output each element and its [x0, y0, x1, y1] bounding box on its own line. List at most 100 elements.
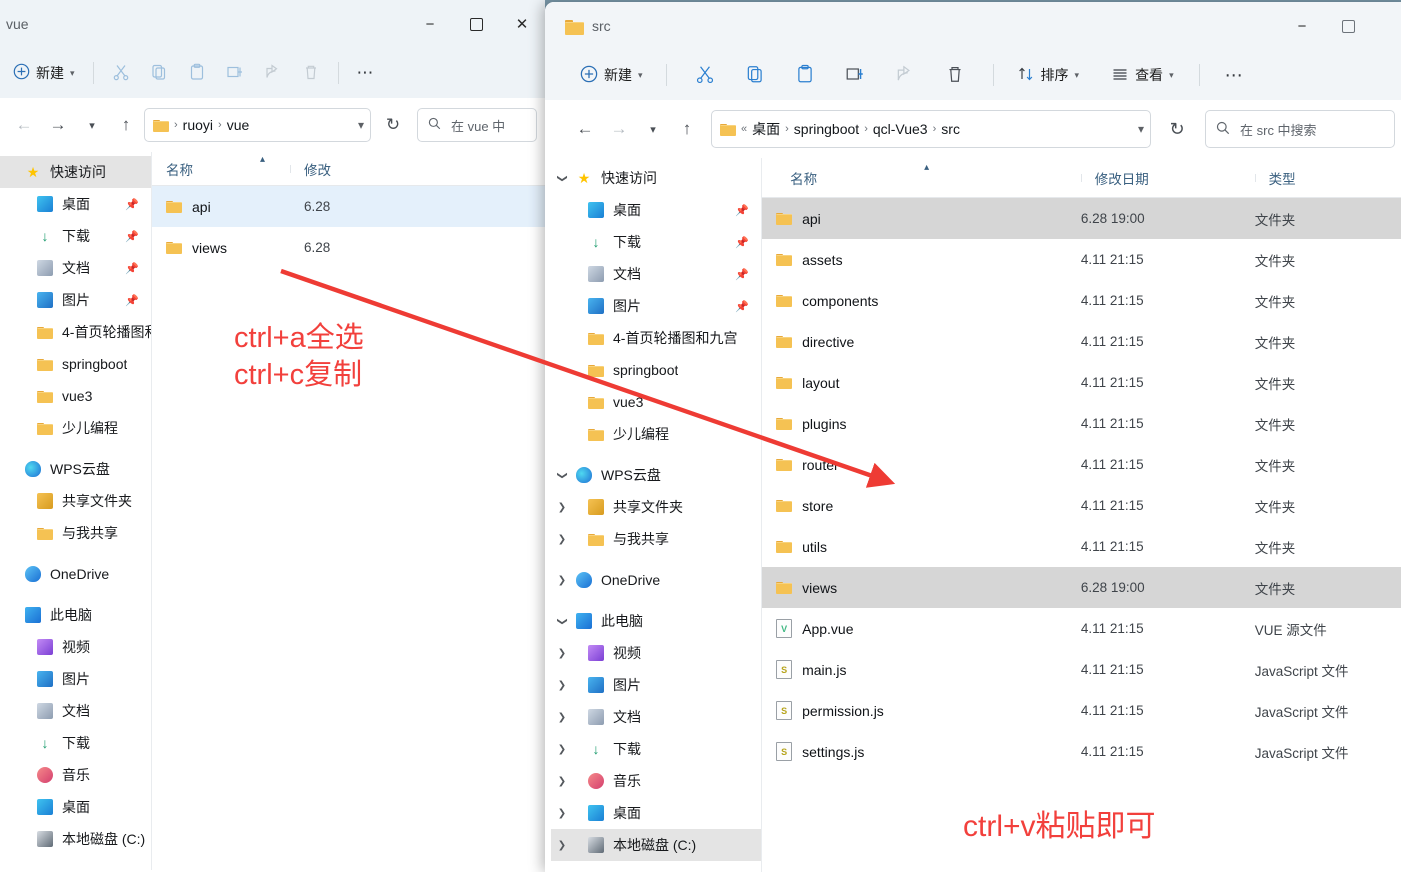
- foreground-explorer-window[interactable]: src − 新建 ▾: [545, 2, 1401, 872]
- nav-item-5[interactable]: 4-首页轮播图和九宫: [0, 316, 151, 348]
- table-row[interactable]: Ssettings.js4.11 21:15JavaScript 文件: [762, 731, 1401, 772]
- nav-item-4[interactable]: 图片📌: [0, 284, 151, 316]
- nav-item-7[interactable]: vue3: [0, 380, 151, 412]
- fg-sort-button[interactable]: 排序 ▾: [1008, 58, 1089, 92]
- chevron-right-icon[interactable]: ❯: [551, 648, 573, 659]
- fg-col-date[interactable]: 修改日期: [1081, 168, 1255, 188]
- nav-item-15[interactable]: ❯图片: [551, 669, 761, 701]
- table-row[interactable]: VApp.vue4.11 21:15VUE 源文件: [762, 608, 1401, 649]
- table-row[interactable]: layout4.11 21:15文件夹: [762, 362, 1401, 403]
- chevron-right-icon[interactable]: ❯: [551, 502, 573, 513]
- nav-item-17[interactable]: ❯↓下载: [551, 733, 761, 765]
- pin-icon[interactable]: 📌: [735, 204, 761, 217]
- bg-up-button[interactable]: ↑: [110, 109, 142, 141]
- pin-icon[interactable]: 📌: [125, 294, 151, 307]
- pin-icon[interactable]: 📌: [735, 236, 761, 249]
- fg-up-button[interactable]: ↑: [671, 113, 703, 145]
- bg-col-name[interactable]: 名称 ▴: [152, 159, 290, 179]
- chevron-down-icon[interactable]: ❯: [557, 464, 568, 486]
- fg-breadcrumb[interactable]: « 桌面 › springboot › qcl-Vue3 › src ▾: [711, 110, 1151, 148]
- nav-item-8[interactable]: 少儿编程: [551, 418, 761, 450]
- bg-file-list-pane[interactable]: 名称 ▴ 修改 api6.28views6.28: [152, 152, 545, 870]
- fg-copy-button[interactable]: [731, 58, 779, 92]
- nav-item-3[interactable]: 文档📌: [0, 252, 151, 284]
- fg-minimize-button[interactable]: −: [1279, 2, 1325, 50]
- table-row[interactable]: views6.28 19:00文件夹: [762, 567, 1401, 608]
- fg-back-button[interactable]: ←: [569, 113, 601, 145]
- fg-crumb-0[interactable]: 桌面: [752, 119, 780, 139]
- nav-item-17[interactable]: ↓下载: [0, 727, 151, 759]
- fg-search-box[interactable]: 在 src 中搜索: [1205, 110, 1395, 148]
- fg-tab[interactable]: src: [545, 18, 611, 34]
- pin-icon[interactable]: 📌: [125, 262, 151, 275]
- bg-recent-dropdown[interactable]: ▾: [76, 109, 108, 141]
- fg-cut-button[interactable]: [681, 58, 729, 92]
- nav-item-12[interactable]: ❯OneDrive: [551, 564, 761, 596]
- bg-navigation-pane[interactable]: ★快速访问桌面📌↓下载📌文档📌图片📌4-首页轮播图和九宫springbootvu…: [0, 152, 152, 870]
- nav-item-14[interactable]: ❯视频: [551, 637, 761, 669]
- table-row[interactable]: api6.28 19:00文件夹: [762, 198, 1401, 239]
- fg-col-type[interactable]: 类型: [1255, 168, 1401, 188]
- chevron-right-icon[interactable]: ❯: [551, 712, 573, 723]
- nav-item-13[interactable]: 此电脑: [0, 599, 151, 631]
- nav-item-14[interactable]: 视频: [0, 631, 151, 663]
- fg-navigation-pane[interactable]: ❯★快速访问桌面📌↓下载📌文档📌图片📌4-首页轮播图和九宫springbootv…: [545, 158, 762, 872]
- chevron-right-icon[interactable]: ❯: [551, 776, 573, 787]
- table-row[interactable]: assets4.11 21:15文件夹: [762, 239, 1401, 280]
- chevron-right-icon[interactable]: ❯: [551, 744, 573, 755]
- nav-item-0[interactable]: ❯★快速访问: [551, 162, 761, 194]
- nav-item-4[interactable]: 图片📌: [551, 290, 761, 322]
- nav-item-9[interactable]: ❯WPS云盘: [551, 459, 761, 491]
- bg-delete-button[interactable]: [293, 56, 329, 90]
- fg-refresh-button[interactable]: ↻: [1161, 113, 1193, 145]
- nav-item-6[interactable]: springboot: [0, 348, 151, 380]
- nav-item-6[interactable]: springboot: [551, 354, 761, 386]
- nav-item-9[interactable]: WPS云盘: [0, 453, 151, 485]
- chevron-right-icon[interactable]: ❯: [551, 840, 573, 851]
- bg-refresh-button[interactable]: ↻: [377, 109, 409, 141]
- bg-breadcrumb[interactable]: › ruoyi › vue ▾: [144, 108, 371, 142]
- table-row[interactable]: directive4.11 21:15文件夹: [762, 321, 1401, 362]
- bg-rename-button[interactable]: [217, 56, 253, 90]
- bg-paste-button[interactable]: [179, 56, 215, 90]
- nav-item-16[interactable]: ❯文档: [551, 701, 761, 733]
- bg-crumb-1[interactable]: vue: [227, 117, 250, 133]
- pin-icon[interactable]: 📌: [735, 268, 761, 281]
- fg-crumb-3[interactable]: src: [941, 121, 960, 137]
- nav-item-19[interactable]: ❯桌面: [551, 797, 761, 829]
- table-row[interactable]: router4.11 21:15文件夹: [762, 444, 1401, 485]
- fg-maximize-button[interactable]: [1325, 2, 1371, 50]
- chevron-right-icon[interactable]: ❯: [551, 575, 573, 586]
- fg-delete-button[interactable]: [931, 58, 979, 92]
- bg-new-button[interactable]: 新建 ▾: [4, 56, 84, 90]
- nav-item-1[interactable]: 桌面📌: [551, 194, 761, 226]
- fg-rename-button[interactable]: [831, 58, 879, 92]
- nav-item-16[interactable]: 文档: [0, 695, 151, 727]
- nav-item-19[interactable]: 桌面: [0, 791, 151, 823]
- bg-more-button[interactable]: ⋯: [348, 56, 384, 90]
- table-row[interactable]: Smain.js4.11 21:15JavaScript 文件: [762, 649, 1401, 690]
- table-row[interactable]: api6.28: [152, 186, 545, 227]
- fg-col-name[interactable]: 名称 ▴: [776, 168, 1081, 188]
- nav-item-1[interactable]: 桌面📌: [0, 188, 151, 220]
- bg-crumb-0[interactable]: ruoyi: [183, 117, 213, 133]
- bg-search-box[interactable]: 在 vue 中: [417, 108, 537, 142]
- nav-item-13[interactable]: ❯此电脑: [551, 605, 761, 637]
- table-row[interactable]: store4.11 21:15文件夹: [762, 485, 1401, 526]
- fg-crumb-1[interactable]: springboot: [794, 121, 859, 137]
- bg-forward-button[interactable]: →: [42, 109, 74, 141]
- table-row[interactable]: utils4.11 21:15文件夹: [762, 526, 1401, 567]
- bg-share-button[interactable]: [255, 56, 291, 90]
- nav-item-12[interactable]: OneDrive: [0, 558, 151, 590]
- chevron-right-icon[interactable]: ❯: [551, 808, 573, 819]
- bg-col-date[interactable]: 修改: [290, 159, 410, 179]
- pin-icon[interactable]: 📌: [735, 300, 761, 313]
- bg-minimize-button[interactable]: −: [407, 0, 453, 48]
- table-row[interactable]: plugins4.11 21:15文件夹: [762, 403, 1401, 444]
- bg-back-button[interactable]: ←: [8, 109, 40, 141]
- nav-item-20[interactable]: ❯本地磁盘 (C:): [551, 829, 761, 861]
- chevron-right-icon[interactable]: ❯: [551, 534, 573, 545]
- pin-icon[interactable]: 📌: [125, 198, 151, 211]
- bg-close-button[interactable]: ✕: [499, 0, 545, 48]
- bg-breadcrumb-dropdown-icon[interactable]: ▾: [358, 118, 364, 132]
